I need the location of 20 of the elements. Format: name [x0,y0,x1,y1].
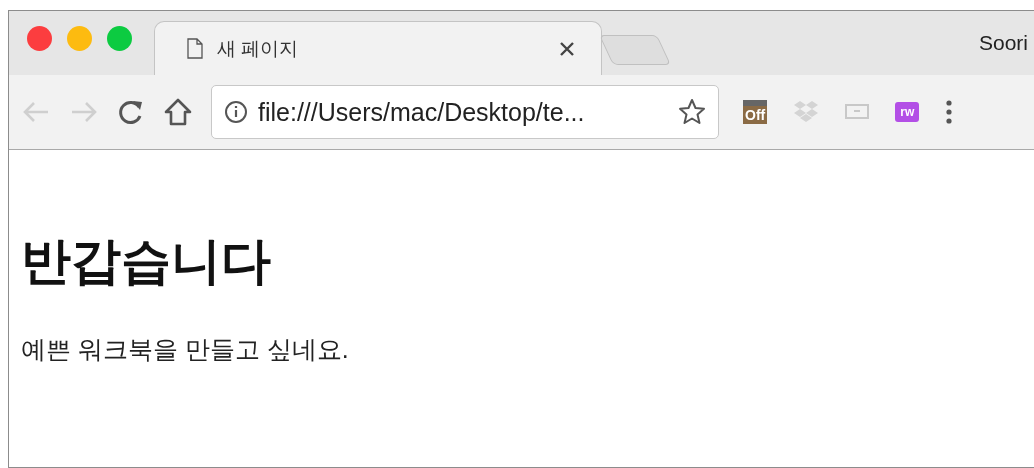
reload-icon[interactable] [117,98,145,126]
close-icon[interactable] [559,40,575,57]
page-icon [187,38,203,59]
home-icon[interactable] [163,97,193,127]
browser-tab[interactable]: 새 페이지 [154,21,602,75]
info-icon [224,100,248,124]
close-window-button[interactable] [27,26,52,51]
puzzle-extension-icon[interactable]: rw [895,102,920,122]
star-icon[interactable] [678,98,706,126]
address-field[interactable]: file:///Users/mac/Desktop/te... [211,85,719,139]
menu-icon[interactable] [945,99,954,125]
zoom-window-button[interactable] [107,26,132,51]
extension-badge[interactable]: Off [743,100,768,124]
screen-icon[interactable] [845,103,870,121]
dropbox-icon[interactable] [793,100,820,124]
page-paragraph: 예쁜 워크북을 만들고 싶네요. [21,334,350,365]
profile-name[interactable]: Soori [978,31,1028,75]
minimize-window-button[interactable] [67,26,92,51]
page-heading: 반갑습니다 [21,232,272,291]
new-tab-button[interactable] [599,35,671,65]
